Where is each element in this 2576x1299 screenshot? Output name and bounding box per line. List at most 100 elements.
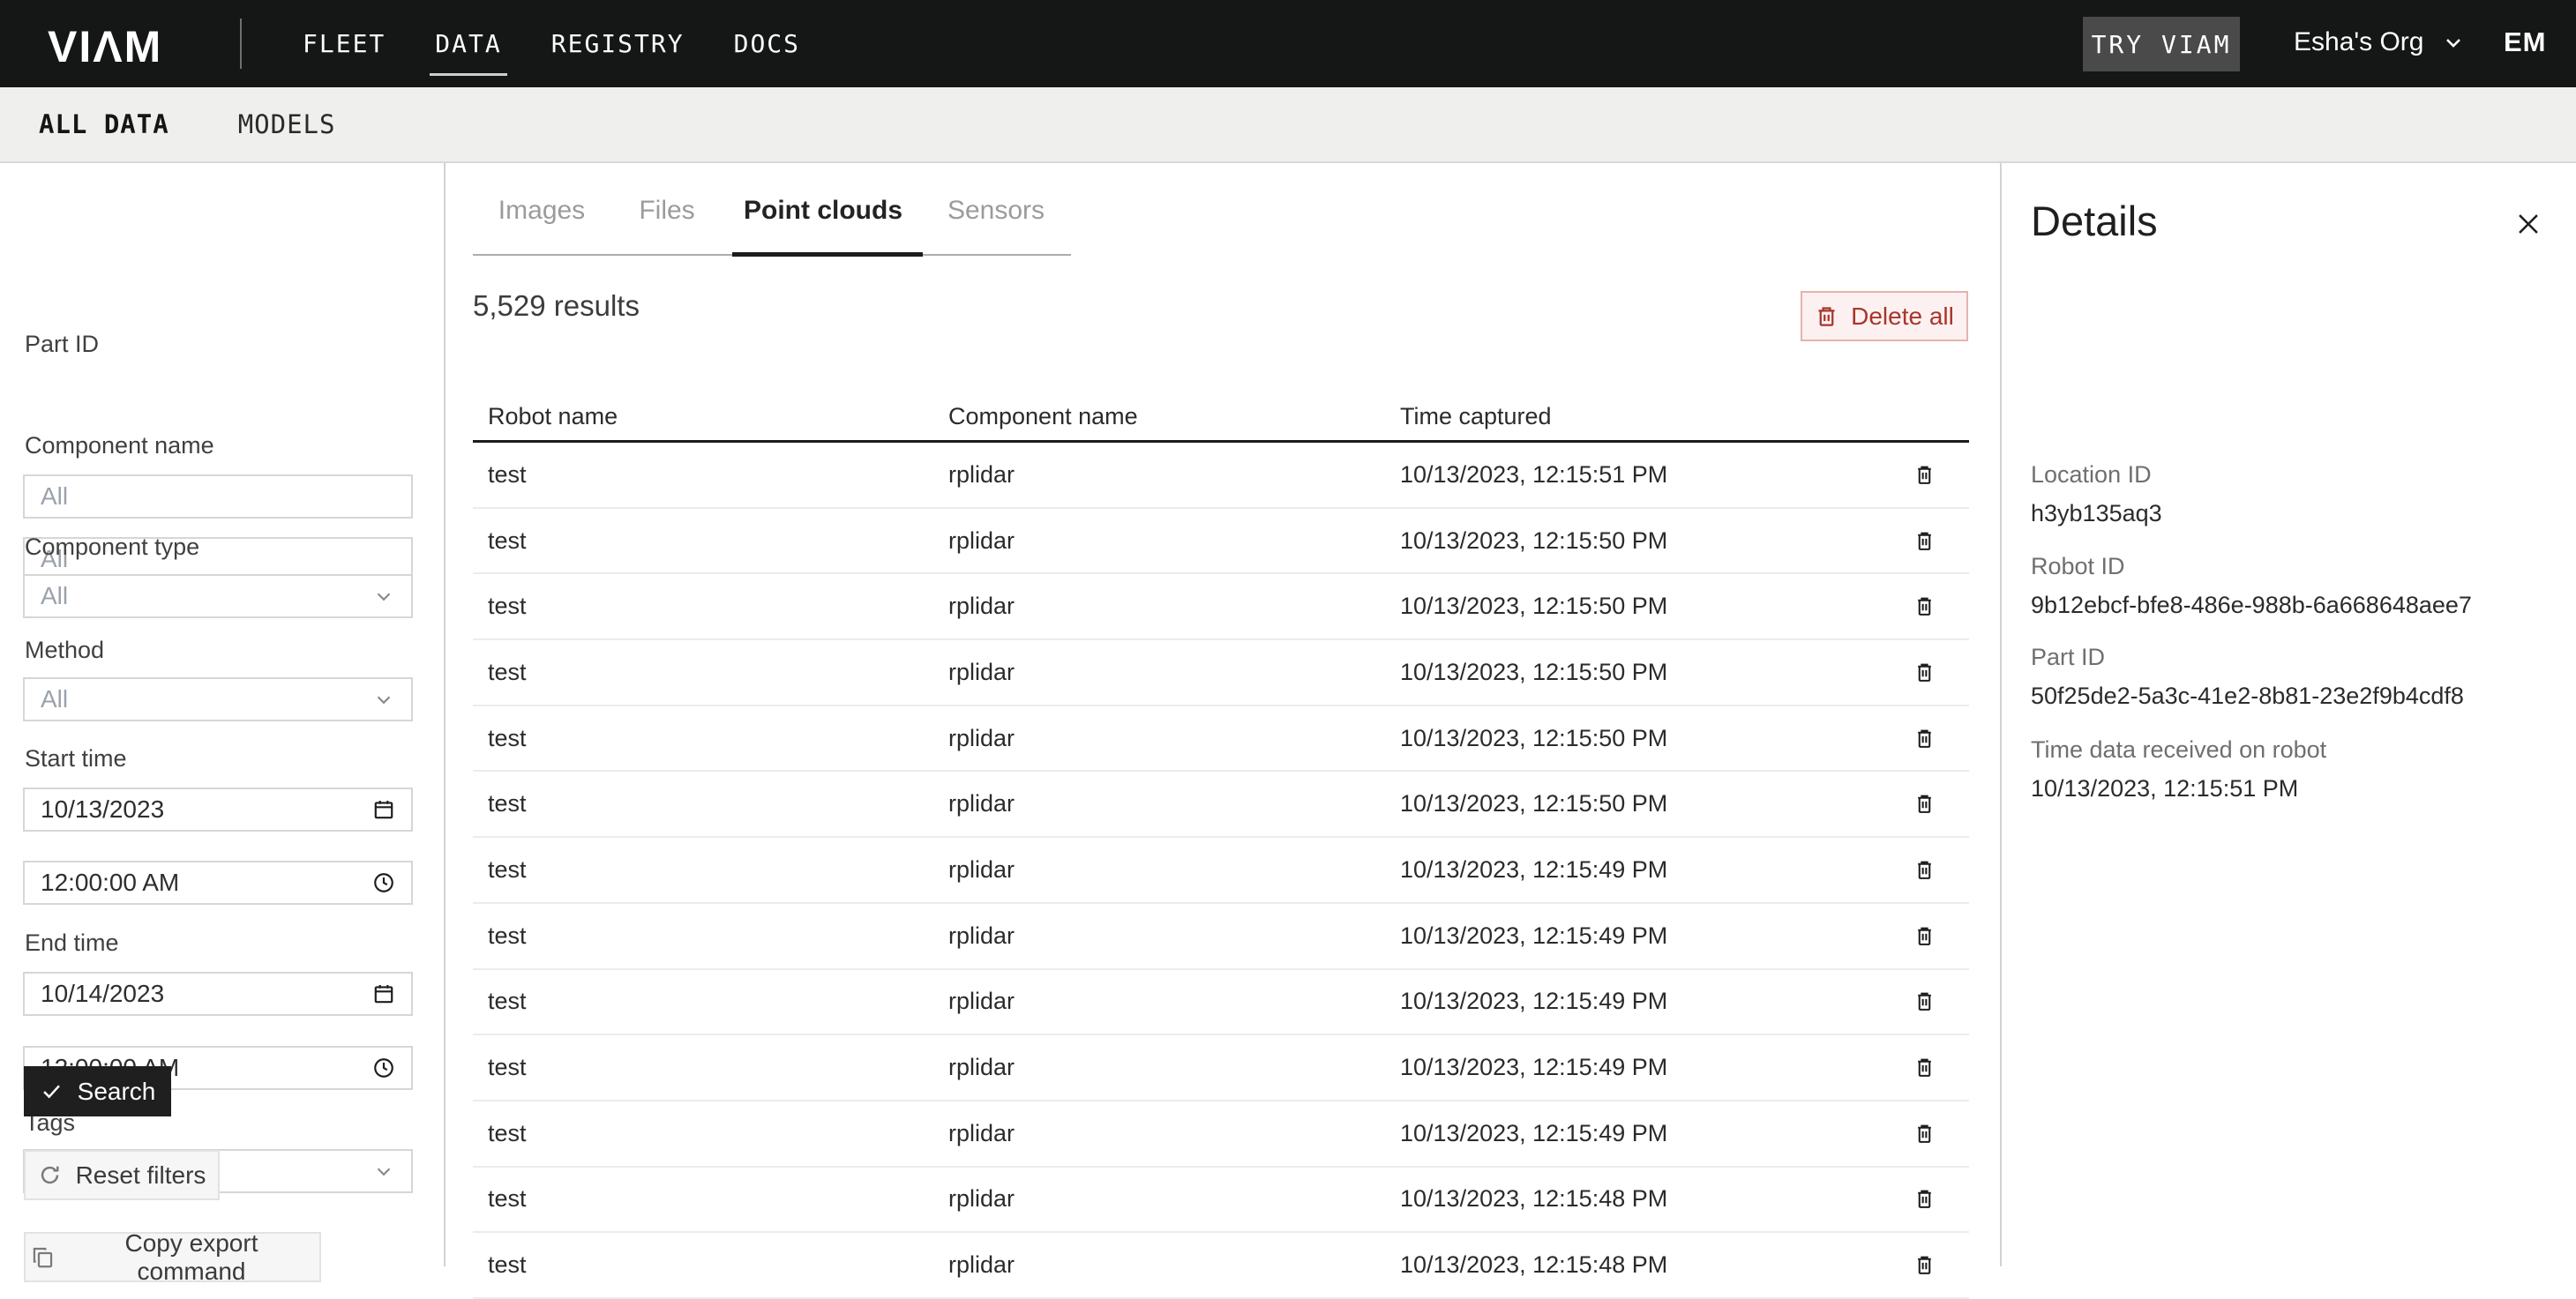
- search-button[interactable]: Search: [24, 1066, 171, 1116]
- detail-part-id: Part ID 50f25de2-5a3c-41e2-8b81-23e2f9b4…: [2031, 644, 2464, 710]
- row-delete-button[interactable]: [1880, 1056, 1969, 1079]
- delete-all-button[interactable]: Delete all: [1801, 291, 1968, 341]
- tab-all-data[interactable]: ALL DATA: [39, 109, 169, 139]
- nav-link-docs[interactable]: DOCS: [734, 29, 800, 58]
- cell-robot-name: test: [473, 725, 933, 752]
- reset-filters-button[interactable]: Reset filters: [24, 1150, 220, 1200]
- cell-component-name: rplidar: [933, 1054, 1385, 1081]
- table-row[interactable]: test rplidar 10/13/2023, 12:15:50 PM: [473, 574, 1969, 640]
- trash-icon: [1913, 859, 1936, 881]
- copy-icon: [31, 1245, 55, 1269]
- table-row[interactable]: test rplidar 10/13/2023, 12:15:49 PM: [473, 970, 1969, 1036]
- tab-models[interactable]: MODELS: [238, 109, 336, 139]
- component-name-label: Component name: [25, 432, 214, 459]
- table-row[interactable]: test rplidar 10/13/2023, 12:15:49 PM: [473, 1101, 1969, 1168]
- table-body: test rplidar 10/13/2023, 12:15:51 PM tes…: [473, 443, 1969, 1299]
- trash-icon: [1913, 464, 1936, 486]
- table-row[interactable]: test rplidar 10/13/2023, 12:15:50 PM: [473, 640, 1969, 706]
- filters-sidebar: Part ID All Component name All Component…: [0, 163, 446, 1266]
- component-name-placeholder: All: [41, 482, 68, 511]
- start-date-input[interactable]: 10/13/2023: [23, 788, 413, 832]
- part-id-label: Part ID: [25, 331, 99, 358]
- chevron-down-icon: [372, 585, 395, 608]
- detail-location-id: Location ID h3yb135aq3: [2031, 461, 2162, 527]
- viam-logo[interactable]: VIΛM: [48, 21, 162, 72]
- table-row[interactable]: test rplidar 10/13/2023, 12:15:48 PM: [473, 1233, 1969, 1299]
- nav-link-fleet[interactable]: FLEET: [303, 29, 386, 58]
- nav-divider: [240, 19, 242, 69]
- calendar-icon: [372, 982, 395, 1005]
- cell-component-name: rplidar: [933, 856, 1385, 884]
- primary-nav: FLEET DATA REGISTRY DOCS: [303, 29, 800, 58]
- copy-export-command-button[interactable]: Copy export command: [24, 1232, 321, 1282]
- start-time-value: 12:00:00 AM: [41, 869, 179, 897]
- row-delete-button[interactable]: [1880, 793, 1969, 815]
- active-tab-underline: [732, 252, 923, 257]
- row-delete-button[interactable]: [1880, 1123, 1969, 1145]
- detail-time-received: Time data received on robot 10/13/2023, …: [2031, 736, 2326, 803]
- cell-time-captured: 10/13/2023, 12:15:50 PM: [1385, 659, 1880, 686]
- clock-icon: [372, 1056, 395, 1079]
- table-row[interactable]: test rplidar 10/13/2023, 12:15:50 PM: [473, 772, 1969, 838]
- row-delete-button[interactable]: [1880, 1188, 1969, 1210]
- trash-icon: [1913, 1056, 1936, 1079]
- cell-time-captured: 10/13/2023, 12:15:48 PM: [1385, 1185, 1880, 1213]
- nav-link-data[interactable]: DATA: [435, 29, 501, 58]
- end-date-input[interactable]: 10/14/2023: [23, 972, 413, 1016]
- table-row[interactable]: test rplidar 10/13/2023, 12:15:50 PM: [473, 706, 1969, 773]
- chevron-down-icon: [2441, 30, 2466, 55]
- component-name-input[interactable]: All: [23, 474, 413, 519]
- start-time-input[interactable]: 12:00:00 AM: [23, 861, 413, 905]
- row-delete-button[interactable]: [1880, 1254, 1969, 1276]
- row-delete-button[interactable]: [1880, 530, 1969, 552]
- refresh-icon: [38, 1163, 62, 1187]
- tab-files[interactable]: Files: [639, 196, 694, 226]
- cell-component-name: rplidar: [933, 1251, 1385, 1279]
- start-date-value: 10/13/2023: [41, 795, 164, 824]
- row-delete-button[interactable]: [1880, 859, 1969, 881]
- trash-icon: [1815, 304, 1838, 328]
- trash-icon: [1913, 1123, 1936, 1145]
- trash-icon: [1913, 1188, 1936, 1210]
- clock-icon: [372, 871, 395, 894]
- cell-time-captured: 10/13/2023, 12:15:49 PM: [1385, 1054, 1880, 1081]
- table-row[interactable]: test rplidar 10/13/2023, 12:15:50 PM: [473, 509, 1969, 575]
- row-delete-button[interactable]: [1880, 925, 1969, 947]
- table-row[interactable]: test rplidar 10/13/2023, 12:15:49 PM: [473, 904, 1969, 970]
- cell-component-name: rplidar: [933, 1185, 1385, 1213]
- table-row[interactable]: test rplidar 10/13/2023, 12:15:51 PM: [473, 443, 1969, 509]
- close-icon[interactable]: [2513, 209, 2543, 239]
- table-row[interactable]: test rplidar 10/13/2023, 12:15:49 PM: [473, 1035, 1969, 1101]
- component-type-value: All: [41, 582, 68, 610]
- tab-images[interactable]: Images: [498, 196, 585, 226]
- col-time-captured: Time captured: [1385, 403, 1880, 430]
- chevron-down-icon: [372, 1160, 395, 1183]
- cell-time-captured: 10/13/2023, 12:15:49 PM: [1385, 856, 1880, 884]
- trash-icon: [1913, 793, 1936, 815]
- org-switcher[interactable]: Esha's Org: [2294, 27, 2466, 57]
- cell-robot-name: test: [473, 1054, 933, 1081]
- nav-link-registry[interactable]: REGISTRY: [551, 29, 685, 58]
- try-viam-button[interactable]: TRY VIAM: [2083, 17, 2240, 71]
- table-row[interactable]: test rplidar 10/13/2023, 12:15:48 PM: [473, 1168, 1969, 1234]
- component-type-select[interactable]: All: [23, 574, 413, 618]
- row-delete-button[interactable]: [1880, 990, 1969, 1012]
- cell-time-captured: 10/13/2023, 12:15:50 PM: [1385, 593, 1880, 620]
- table-row[interactable]: test rplidar 10/13/2023, 12:15:49 PM: [473, 838, 1969, 904]
- detail-robot-id: Robot ID 9b12ebcf-bfe8-486e-988b-6a66864…: [2031, 553, 2472, 619]
- tab-sensors[interactable]: Sensors: [947, 196, 1045, 226]
- method-select[interactable]: All: [23, 677, 413, 721]
- component-type-label: Component type: [25, 534, 199, 561]
- user-avatar[interactable]: EM: [2504, 26, 2547, 58]
- row-delete-button[interactable]: [1880, 728, 1969, 750]
- cell-time-captured: 10/13/2023, 12:15:50 PM: [1385, 790, 1880, 817]
- cell-robot-name: test: [473, 988, 933, 1015]
- trash-icon: [1913, 661, 1936, 683]
- row-delete-button[interactable]: [1880, 464, 1969, 486]
- row-delete-button[interactable]: [1880, 595, 1969, 617]
- method-value: All: [41, 685, 68, 713]
- cell-time-captured: 10/13/2023, 12:15:48 PM: [1385, 1251, 1880, 1279]
- tab-point-clouds[interactable]: Point clouds: [744, 196, 902, 226]
- row-delete-button[interactable]: [1880, 661, 1969, 683]
- data-main-panel: Images Files Point clouds Sensors 5,529 …: [446, 163, 2000, 1266]
